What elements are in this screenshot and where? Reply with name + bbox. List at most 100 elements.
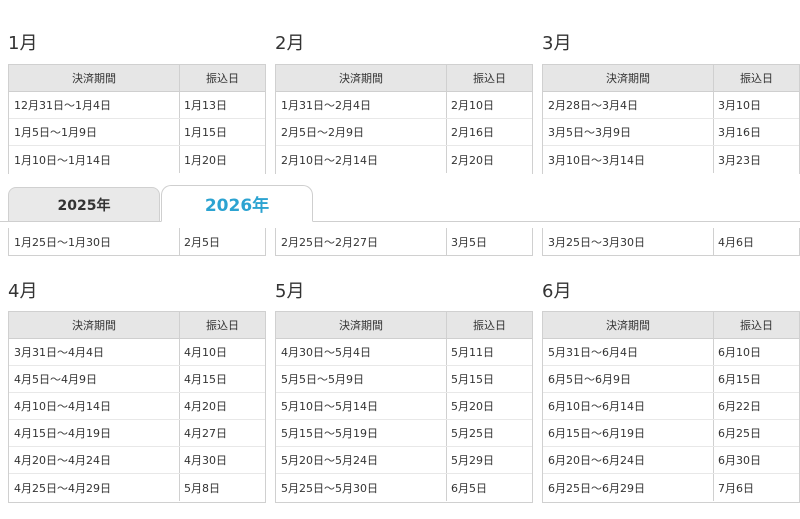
month-title: 5月 — [275, 281, 305, 302]
table-row: 2月10日〜2月14日 2月20日 — [276, 146, 532, 173]
period-cell: 4月10日〜4月14日 — [9, 393, 180, 419]
header-period: 決済期間 — [543, 312, 714, 338]
table-row: 3月25日〜3月30日 4月6日 — [543, 228, 799, 255]
table-row: 4月10日〜4月14日 4月20日 — [9, 393, 265, 420]
transfer-cell: 4月20日 — [184, 400, 227, 413]
period-cell: 6月20日〜6月24日 — [543, 447, 714, 473]
header-period: 決済期間 — [276, 312, 447, 338]
period-cell: 5月20日〜5月24日 — [276, 447, 447, 473]
table-row: 6月25日〜6月29日 7月6日 — [543, 474, 799, 501]
period-cell: 4月5日〜4月9日 — [9, 366, 180, 392]
table-row: 5月31日〜6月4日 6月10日 — [543, 339, 799, 366]
period-cell: 3月25日〜3月30日 — [543, 228, 714, 255]
transfer-cell: 5月20日 — [451, 400, 494, 413]
schedule-table: 決済期間 振込日 5月31日〜6月4日 6月10日 6月5日〜6月9日 6月15日 … — [542, 311, 800, 503]
period-cell: 12月31日〜1月4日 — [9, 92, 180, 118]
schedule-table: 決済期間 振込日 3月31日〜4月4日 4月10日 4月5日〜4月9日 4月15日 … — [8, 311, 266, 503]
period-cell: 1月25日〜1月30日 — [9, 228, 180, 255]
period-cell: 4月20日〜4月24日 — [9, 447, 180, 473]
header-period: 決済期間 — [276, 65, 447, 91]
table-row: 1月5日〜1月9日 1月15日 — [9, 119, 265, 146]
transfer-cell: 4月6日 — [718, 235, 754, 249]
header-transfer: 振込日 — [206, 72, 239, 85]
table-row: 2月25日〜2月27日 3月5日 — [276, 228, 532, 255]
header-period: 決済期間 — [9, 65, 180, 91]
transfer-cell: 1月13日 — [184, 99, 227, 112]
schedule-table: 決済期間 振込日 1月31日〜2月4日 2月10日 2月5日〜2月9日 2月16日 … — [275, 64, 533, 174]
period-cell: 1月31日〜2月4日 — [276, 92, 447, 118]
schedule-table: 決済期間 振込日 2月28日〜3月4日 3月10日 3月5日〜3月9日 3月16日 … — [542, 64, 800, 174]
transfer-cell: 2月10日 — [451, 99, 494, 112]
period-cell: 6月10日〜6月14日 — [543, 393, 714, 419]
table-row: 3月10日〜3月14日 3月23日 — [543, 146, 799, 173]
table-row: 2月5日〜2月9日 2月16日 — [276, 119, 532, 146]
transfer-cell: 3月10日 — [718, 99, 761, 112]
period-cell: 3月5日〜3月9日 — [543, 119, 714, 145]
transfer-cell: 4月27日 — [184, 427, 227, 440]
period-cell: 3月10日〜3月14日 — [543, 146, 714, 173]
table-header: 決済期間 振込日 — [276, 65, 532, 92]
transfer-cell: 4月10日 — [184, 346, 227, 359]
table-row: 3月31日〜4月4日 4月10日 — [9, 339, 265, 366]
transfer-cell: 5月25日 — [451, 427, 494, 440]
header-period: 決済期間 — [543, 65, 714, 91]
period-cell: 1月5日〜1月9日 — [9, 119, 180, 145]
transfer-cell: 4月15日 — [184, 373, 227, 386]
schedule-table-tail: 1月25日〜1月30日 2月5日 — [8, 228, 266, 256]
table-header: 決済期間 振込日 — [9, 65, 265, 92]
transfer-cell: 7月6日 — [718, 481, 754, 495]
table-header: 決済期間 振込日 — [9, 312, 265, 339]
period-cell: 2月28日〜3月4日 — [543, 92, 714, 118]
period-cell: 5月10日〜5月14日 — [276, 393, 447, 419]
table-row: 1月31日〜2月4日 2月10日 — [276, 92, 532, 119]
period-cell: 2月25日〜2月27日 — [276, 228, 447, 255]
table-row: 6月10日〜6月14日 6月22日 — [543, 393, 799, 420]
month-title: 6月 — [542, 281, 572, 302]
month-title: 2月 — [275, 33, 305, 54]
transfer-cell: 6月15日 — [718, 373, 761, 386]
transfer-cell: 5月8日 — [184, 481, 220, 495]
tab-2025[interactable]: 2025年 — [8, 187, 160, 221]
header-transfer: 振込日 — [740, 72, 773, 85]
table-row: 2月28日〜3月4日 3月10日 — [543, 92, 799, 119]
transfer-cell: 6月5日 — [451, 481, 487, 495]
table-row: 4月15日〜4月19日 4月27日 — [9, 420, 265, 447]
table-header: 決済期間 振込日 — [543, 65, 799, 92]
period-cell: 6月5日〜6月9日 — [543, 366, 714, 392]
transfer-cell: 3月5日 — [451, 235, 487, 249]
transfer-cell: 6月30日 — [718, 454, 761, 467]
schedule-table: 決済期間 振込日 12月31日〜1月4日 1月13日 1月5日〜1月9日 1月15日… — [8, 64, 266, 174]
transfer-cell: 5月29日 — [451, 454, 494, 467]
transfer-cell: 6月22日 — [718, 400, 761, 413]
month-title: 4月 — [8, 281, 38, 302]
period-cell: 3月31日〜4月4日 — [9, 339, 180, 365]
header-transfer: 振込日 — [740, 319, 773, 332]
transfer-cell: 5月11日 — [451, 346, 494, 359]
period-cell: 5月5日〜5月9日 — [276, 366, 447, 392]
period-cell: 4月30日〜5月4日 — [276, 339, 447, 365]
tab-divider — [0, 221, 800, 222]
transfer-cell: 2月5日 — [184, 235, 220, 249]
month-title: 3月 — [542, 33, 572, 54]
table-header: 決済期間 振込日 — [276, 312, 532, 339]
transfer-cell: 1月15日 — [184, 126, 227, 139]
period-cell: 6月25日〜6月29日 — [543, 474, 714, 501]
table-row: 4月30日〜5月4日 5月11日 — [276, 339, 532, 366]
table-row: 5月10日〜5月14日 5月20日 — [276, 393, 532, 420]
table-row: 6月15日〜6月19日 6月25日 — [543, 420, 799, 447]
month-title: 1月 — [8, 33, 38, 54]
tab-2026[interactable]: 2026年 — [161, 185, 313, 222]
period-cell: 6月15日〜6月19日 — [543, 420, 714, 446]
table-row: 5月25日〜5月30日 6月5日 — [276, 474, 532, 501]
period-cell: 4月25日〜4月29日 — [9, 474, 180, 501]
header-transfer: 振込日 — [473, 72, 506, 85]
table-row: 4月20日〜4月24日 4月30日 — [9, 447, 265, 474]
table-row: 12月31日〜1月4日 1月13日 — [9, 92, 265, 119]
table-row: 4月25日〜4月29日 5月8日 — [9, 474, 265, 501]
period-cell: 5月31日〜6月4日 — [543, 339, 714, 365]
transfer-cell: 3月16日 — [718, 126, 761, 139]
transfer-cell: 5月15日 — [451, 373, 494, 386]
transfer-cell: 6月25日 — [718, 427, 761, 440]
table-row: 4月5日〜4月9日 4月15日 — [9, 366, 265, 393]
table-header: 決済期間 振込日 — [543, 312, 799, 339]
